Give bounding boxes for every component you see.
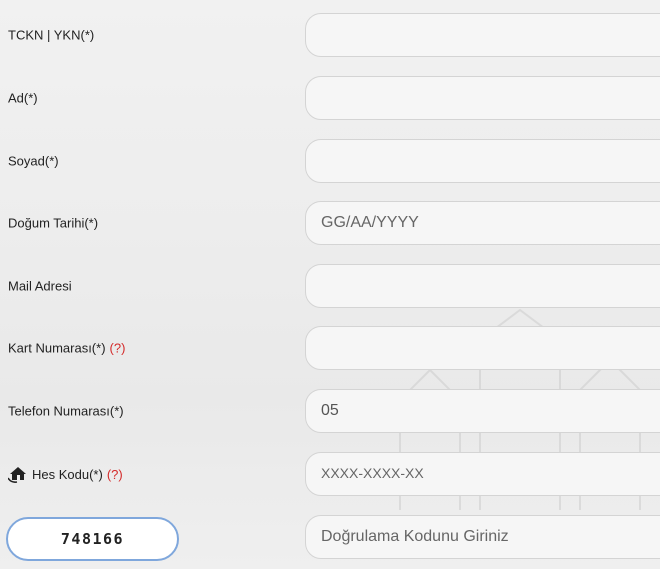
- captcha-input[interactable]: [305, 515, 660, 559]
- soyad-row: Soyad(*): [0, 139, 660, 183]
- dogum-tarihi-row: Doğum Tarihi(*): [0, 201, 660, 245]
- ad-row: Ad(*): [0, 76, 660, 120]
- hes-row: Hes Kodu(*) (?): [0, 452, 660, 496]
- tckn-row: TCKN | YKN(*): [0, 13, 660, 57]
- tckn-label: TCKN | YKN(*): [8, 27, 95, 43]
- captcha-code: 748166: [60, 530, 125, 548]
- kart-label: Kart Numarası(*): [8, 340, 106, 356]
- house-hands-icon: [8, 467, 26, 483]
- telefon-input[interactable]: [305, 389, 660, 433]
- ad-input[interactable]: [305, 76, 660, 120]
- mail-label: Mail Adresi: [8, 278, 72, 294]
- telefon-row: Telefon Numarası(*): [0, 389, 660, 433]
- soyad-label: Soyad(*): [8, 153, 59, 169]
- dogum-tarihi-label: Doğum Tarihi(*): [8, 215, 99, 231]
- kart-label-wrap: Kart Numarası(*) (?): [8, 341, 125, 356]
- captcha-code-box: 748166: [6, 517, 179, 561]
- mail-input[interactable]: [305, 264, 660, 308]
- kart-input[interactable]: [305, 326, 660, 370]
- hes-label: Hes Kodu(*): [32, 466, 103, 482]
- mail-row: Mail Adresi: [0, 264, 660, 308]
- soyad-input[interactable]: [305, 139, 660, 183]
- hes-help-link[interactable]: (?): [107, 467, 123, 482]
- tckn-input[interactable]: [305, 13, 660, 57]
- dogum-tarihi-input[interactable]: [305, 201, 660, 245]
- hes-input[interactable]: [305, 452, 660, 496]
- kart-help-link[interactable]: (?): [110, 341, 126, 356]
- kart-row: Kart Numarası(*) (?): [0, 326, 660, 370]
- ad-label: Ad(*): [8, 90, 38, 106]
- hes-label-wrap: Hes Kodu(*) (?): [8, 465, 123, 483]
- telefon-label: Telefon Numarası(*): [8, 403, 124, 419]
